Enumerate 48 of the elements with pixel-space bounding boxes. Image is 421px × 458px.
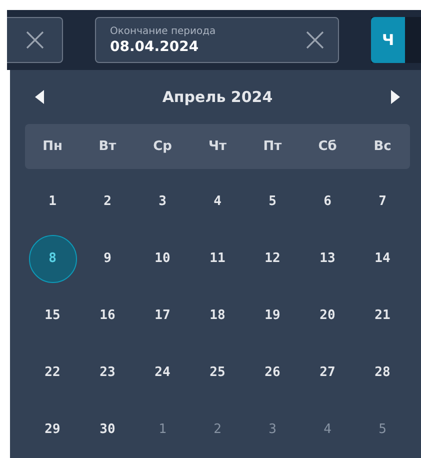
weekday-label: Вт	[98, 139, 118, 154]
day-button[interactable]: 30	[84, 406, 132, 454]
day-button[interactable]: 14	[358, 234, 406, 282]
weekday-label: Пн	[42, 139, 64, 154]
day-button[interactable]: 12	[248, 234, 296, 282]
day-button[interactable]: 9	[84, 234, 132, 282]
day-button[interactable]: 19	[248, 292, 296, 340]
day-button[interactable]: 26	[248, 348, 296, 396]
mode-button[interactable]: Ч	[371, 17, 405, 63]
day-button[interactable]: 16	[84, 292, 132, 340]
day-button[interactable]: 20	[304, 292, 352, 340]
day-button[interactable]: 8	[28, 234, 76, 282]
day-button[interactable]: 17	[138, 292, 186, 340]
clear-button[interactable]	[7, 17, 63, 63]
day-button[interactable]: 22	[28, 348, 76, 396]
close-icon	[306, 31, 324, 49]
close-icon	[26, 31, 44, 49]
next-month-icon[interactable]	[390, 90, 400, 104]
day-button[interactable]: 28	[358, 348, 406, 396]
day-button[interactable]: 2	[84, 178, 132, 226]
day-button[interactable]: 4	[194, 178, 242, 226]
day-button[interactable]: 15	[28, 292, 76, 340]
weekday-label: Чт	[207, 139, 228, 154]
day-button[interactable]: 11	[194, 234, 242, 282]
month-title: Апрель 2024	[162, 88, 273, 106]
day-button[interactable]: 24	[138, 348, 186, 396]
day-button[interactable]: 18	[194, 292, 242, 340]
day-button[interactable]: 29	[28, 406, 76, 454]
weekday-label: Пт	[262, 139, 283, 154]
day-button[interactable]: 1	[28, 178, 76, 226]
weekday-label: Ср	[152, 139, 173, 154]
day-button[interactable]: 21	[358, 292, 406, 340]
previous-month-icon[interactable]	[35, 90, 44, 104]
day-button[interactable]: 7	[358, 178, 406, 226]
day-button[interactable]: 6	[304, 178, 352, 226]
field-value: 08.04.2024	[110, 38, 200, 56]
day-button[interactable]: 23	[84, 348, 132, 396]
date-field[interactable]: Окончание периода 08.04.2024	[95, 17, 339, 63]
field-label: Окончание периода	[110, 24, 217, 38]
day-button[interactable]: 10	[138, 234, 186, 282]
day-button[interactable]: 3	[138, 178, 186, 226]
day-button[interactable]: 27	[304, 348, 352, 396]
day-button[interactable]: 13	[304, 234, 352, 282]
day-button[interactable]: 5	[248, 178, 296, 226]
clear-button[interactable]	[306, 31, 324, 49]
weekday-label: Сб	[317, 139, 338, 154]
weekday-label: Вс	[372, 139, 392, 154]
day-button[interactable]: 25	[194, 348, 242, 396]
